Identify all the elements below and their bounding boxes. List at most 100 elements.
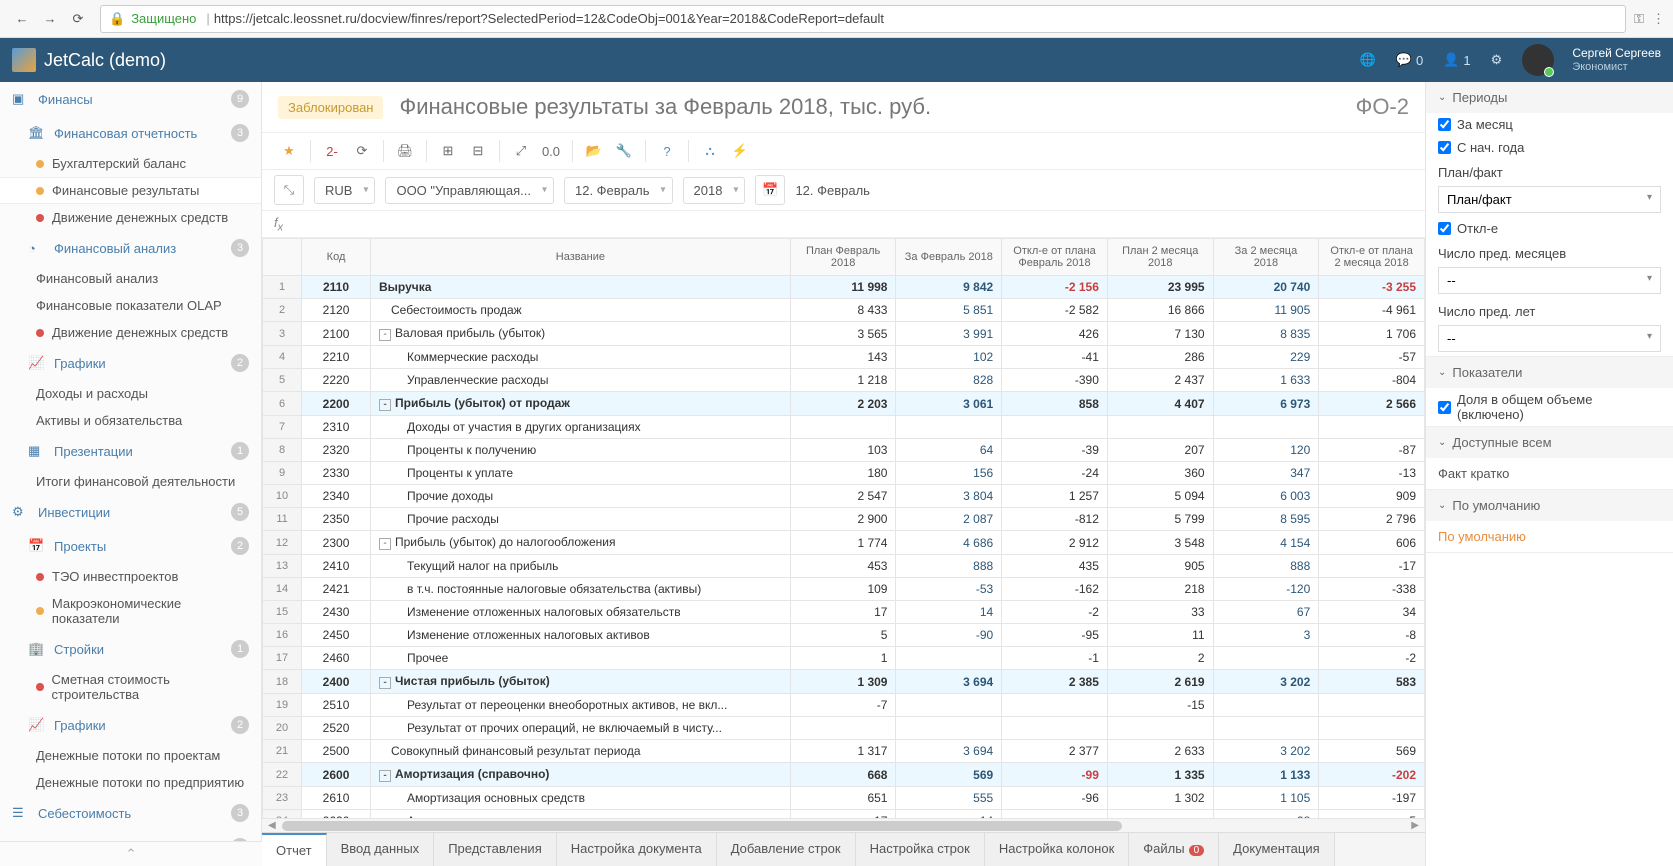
sidebar-item-balance[interactable]: Бухгалтерский баланс — [0, 150, 261, 177]
col-name[interactable]: Название — [371, 239, 791, 276]
cell-value[interactable]: -2 582 — [1002, 299, 1108, 322]
cell-value[interactable]: 1 309 — [790, 670, 896, 694]
chk-year-input[interactable] — [1438, 141, 1451, 154]
cell-value[interactable]: -57 — [1319, 346, 1425, 369]
cell-value[interactable]: 4 154 — [1213, 531, 1319, 555]
cell-code[interactable]: 2510 — [302, 694, 371, 717]
cell-value[interactable]: 1 706 — [1319, 322, 1425, 346]
reload-button[interactable]: ⟳ — [64, 5, 92, 33]
cell-value[interactable]: -95 — [1002, 624, 1108, 647]
cell-value[interactable]: 109 — [790, 578, 896, 601]
sidebar-item-cashflow2[interactable]: Движение денежных средств — [0, 319, 261, 346]
precision-button[interactable]: 2- — [318, 137, 346, 165]
table-row[interactable]: 22120Себестоимость продаж8 4335 851-2 58… — [263, 299, 1425, 322]
cell-code[interactable]: 2200 — [302, 392, 371, 416]
cell-value[interactable]: -90 — [896, 624, 1002, 647]
table-row[interactable]: 42210Коммерческие расходы143102-41286229… — [263, 346, 1425, 369]
table-row[interactable]: 12110Выручка11 9989 842-2 15623 99520 74… — [263, 276, 1425, 299]
cell-name[interactable]: Совокупный финансовый результат периода — [371, 740, 791, 763]
tab-docs[interactable]: Документация — [1219, 833, 1335, 866]
cell-name[interactable]: -Чистая прибыль (убыток) — [371, 670, 791, 694]
chk-month-input[interactable] — [1438, 118, 1451, 131]
sidebar-section-invest[interactable]: ⚙Инвестиции5 — [0, 495, 261, 529]
cell-value[interactable] — [1213, 717, 1319, 740]
cell-value[interactable]: 11 998 — [790, 276, 896, 299]
cell-value[interactable]: 120 — [1213, 439, 1319, 462]
cell-value[interactable]: 180 — [790, 462, 896, 485]
cell-name[interactable]: Проценты к получению — [371, 439, 791, 462]
cell-value[interactable]: 7 130 — [1107, 322, 1213, 346]
rp-indicators-header[interactable]: ⌄Показатели — [1426, 357, 1673, 388]
cell-value[interactable]: 143 — [790, 346, 896, 369]
cell-value[interactable]: 8 595 — [1213, 508, 1319, 531]
cell-value[interactable]: 453 — [790, 555, 896, 578]
cell-value[interactable] — [896, 717, 1002, 740]
cell-value[interactable]: 218 — [1107, 578, 1213, 601]
cell-value[interactable]: 229 — [1213, 346, 1319, 369]
cell-value[interactable]: -2 — [1319, 647, 1425, 670]
cell-value[interactable]: 360 — [1107, 462, 1213, 485]
cell-value[interactable]: 2 796 — [1319, 508, 1425, 531]
cell-code[interactable]: 2320 — [302, 439, 371, 462]
cell-code[interactable]: 2610 — [302, 787, 371, 810]
cell-value[interactable]: 2 203 — [790, 392, 896, 416]
default-link[interactable]: По умолчанию — [1426, 521, 1673, 552]
cell-name[interactable]: -Прибыль (убыток) до налогообложения — [371, 531, 791, 555]
cell-value[interactable]: 33 — [1107, 601, 1213, 624]
chk-dev[interactable]: Откл-е — [1426, 217, 1673, 240]
cell-value[interactable]: -812 — [1002, 508, 1108, 531]
col-plan-2m[interactable]: План 2 месяца 2018 — [1107, 239, 1213, 276]
cell-value[interactable]: 5 851 — [896, 299, 1002, 322]
cell-value[interactable]: -53 — [896, 578, 1002, 601]
scroll-right-icon[interactable]: ▶ — [1407, 819, 1423, 832]
cell-name[interactable]: Проценты к уплате — [371, 462, 791, 485]
cell-value[interactable]: 8 433 — [790, 299, 896, 322]
address-bar[interactable]: 🔒 Защищено | https://jetcalc.leossnet.ru… — [100, 5, 1626, 33]
cell-name[interactable]: Выручка — [371, 276, 791, 299]
cell-name[interactable]: Прочие расходы — [371, 508, 791, 531]
tab-add-rows[interactable]: Добавление строк — [717, 833, 856, 866]
refresh-button[interactable]: ⟳ — [348, 137, 376, 165]
scroll-thumb[interactable] — [282, 821, 1122, 831]
cell-code[interactable]: 2110 — [302, 276, 371, 299]
cell-value[interactable]: 1 302 — [1107, 787, 1213, 810]
cell-value[interactable]: 3 694 — [896, 670, 1002, 694]
fact-brief-item[interactable]: Факт кратко — [1426, 458, 1673, 489]
grid1-button[interactable]: ⊞ — [434, 137, 462, 165]
cell-value[interactable]: 11 — [1107, 624, 1213, 647]
sidebar-item-cashproj[interactable]: Денежные потоки по проектам — [0, 742, 261, 769]
cell-value[interactable]: 1 774 — [790, 531, 896, 555]
bolt-button[interactable]: ⚡ — [726, 137, 754, 165]
cell-value[interactable]: 5 799 — [1107, 508, 1213, 531]
cell-value[interactable]: -1 — [1002, 647, 1108, 670]
cell-value[interactable]: -99 — [1002, 763, 1108, 787]
cell-value[interactable] — [1002, 717, 1108, 740]
cell-value[interactable]: 6 973 — [1213, 392, 1319, 416]
cell-value[interactable]: 207 — [1107, 439, 1213, 462]
sidebar-section-charts[interactable]: 📈Графики2 — [0, 346, 261, 380]
globe-icon[interactable]: 🌐 — [1360, 52, 1376, 68]
grid2-button[interactable]: ⊟ — [464, 137, 492, 165]
col-dev-2m[interactable]: Откл-е от плана 2 месяца 2018 — [1319, 239, 1425, 276]
cell-code[interactable]: 2410 — [302, 555, 371, 578]
cell-value[interactable]: 1 257 — [1002, 485, 1108, 508]
sidebar-item-estimate[interactable]: Сметная стоимость строительства — [0, 666, 261, 708]
cell-value[interactable]: 555 — [896, 787, 1002, 810]
cell-code[interactable]: 2400 — [302, 670, 371, 694]
cell-value[interactable]: 2 912 — [1002, 531, 1108, 555]
cell-code[interactable]: 2120 — [302, 299, 371, 322]
sidebar-section-cost[interactable]: ☰Себестоимость3 — [0, 796, 261, 830]
cell-value[interactable]: 858 — [1002, 392, 1108, 416]
cell-code[interactable]: 2330 — [302, 462, 371, 485]
sidebar-section-projects[interactable]: 📅Проекты2 — [0, 529, 261, 563]
cell-value[interactable]: 3 694 — [896, 740, 1002, 763]
cell-value[interactable] — [790, 717, 896, 740]
col-plan-feb[interactable]: План Февраль 2018 — [790, 239, 896, 276]
cell-value[interactable] — [896, 694, 1002, 717]
table-row[interactable]: 72310Доходы от участия в других организа… — [263, 416, 1425, 439]
cell-value[interactable]: 4 686 — [896, 531, 1002, 555]
cell-value[interactable]: 102 — [896, 346, 1002, 369]
cell-code[interactable]: 2210 — [302, 346, 371, 369]
sidebar-section-fin-report[interactable]: 🏛Финансовая отчетность3 — [0, 116, 261, 150]
star-button[interactable]: ★ — [275, 137, 303, 165]
